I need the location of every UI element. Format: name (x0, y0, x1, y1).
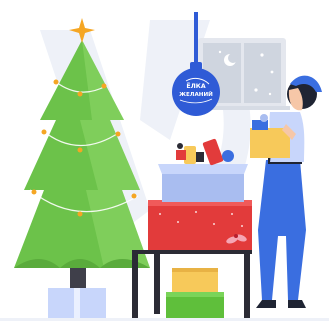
held-gift-box (250, 128, 290, 158)
bauble-text-line2: ЖЕЛАНИЙ (179, 90, 213, 98)
christmas-illustration: ЁЛКА ЖЕЛАНИЙ (0, 12, 329, 321)
woman-figure (250, 75, 326, 308)
floor-gifts (166, 268, 224, 320)
christmas-tree (14, 18, 150, 318)
bauble-text-line1: ЁЛКА (186, 81, 205, 90)
